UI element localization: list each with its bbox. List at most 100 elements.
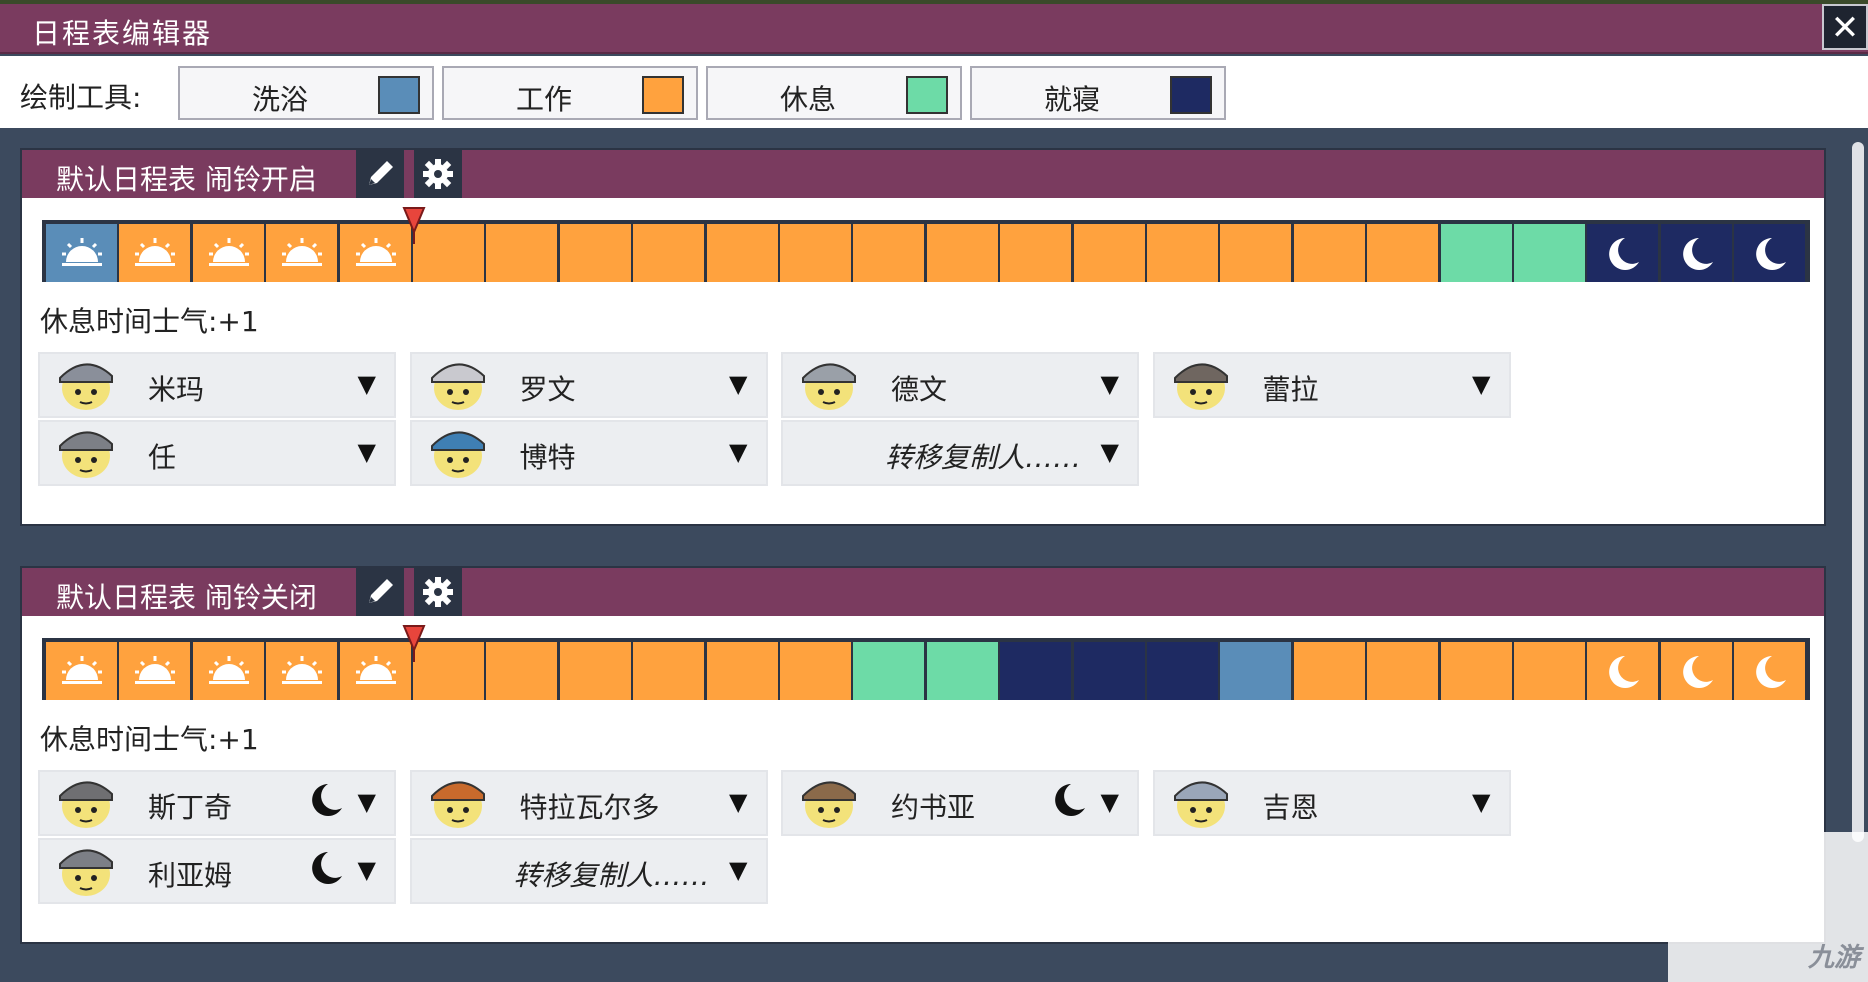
dupe-avatar-icon	[430, 431, 485, 478]
dupe-avatar-icon	[59, 781, 113, 828]
pencil-icon	[369, 579, 393, 603]
schedule-block-work[interactable]	[1073, 224, 1145, 282]
sun-icon	[208, 656, 249, 684]
moon-icon	[1756, 238, 1787, 270]
dupe-avatar-icon	[59, 431, 113, 478]
transfer-dupe-dropdown[interactable]: 转移复制人…… ▼	[409, 838, 768, 904]
tool-rest[interactable]: 休息	[706, 66, 962, 120]
schedule-block-work[interactable]	[706, 224, 778, 282]
transfer-dupe-dropdown[interactable]: 转移复制人…… ▼	[781, 420, 1139, 486]
schedule-block-rest[interactable]	[853, 642, 925, 700]
schedule-block-work[interactable]	[339, 224, 411, 282]
chevron-down-icon: ▼	[729, 370, 748, 398]
sun-icon	[355, 238, 396, 266]
schedule-block-work[interactable]	[1220, 224, 1292, 282]
scrollbar[interactable]	[1852, 142, 1864, 842]
schedule-block-rest[interactable]	[926, 642, 998, 700]
schedule-block-rest[interactable]	[1440, 224, 1512, 282]
dupe-dropdown[interactable]: 德文 ▼	[781, 352, 1139, 418]
schedule-block-bath[interactable]	[1220, 642, 1292, 700]
schedule-block-work[interactable]	[780, 224, 851, 282]
schedule-block-work[interactable]	[1660, 642, 1732, 700]
schedule-block-work[interactable]	[339, 642, 411, 700]
dupe-name: 德文	[891, 373, 948, 406]
schedule-block-sleep[interactable]	[1660, 224, 1732, 282]
schedule-block-work[interactable]	[559, 224, 631, 282]
schedule-block-work[interactable]	[1367, 224, 1439, 282]
schedule-block-work[interactable]	[633, 224, 705, 282]
dupe-avatar-icon	[430, 363, 485, 410]
sun-icon	[62, 656, 102, 684]
schedule-block-work[interactable]	[853, 224, 925, 282]
schedule-block-work[interactable]	[1293, 224, 1365, 282]
dupe-dropdown[interactable]: 约书亚 ▼	[781, 770, 1139, 836]
chevron-down-icon: ▼	[729, 856, 748, 884]
watermark-text: 九游	[1807, 943, 1860, 973]
schedule-block-work[interactable]	[559, 642, 631, 700]
schedule-block-work[interactable]	[192, 642, 264, 700]
moon-icon	[1609, 656, 1640, 688]
schedule-block-work[interactable]	[1293, 642, 1365, 700]
dupe-dropdown[interactable]: 米玛 ▼	[38, 352, 396, 418]
schedule-block-work[interactable]	[1587, 642, 1659, 700]
schedule-block-work[interactable]	[46, 642, 117, 700]
dupe-name: 约书亚	[891, 791, 976, 824]
schedule-block-work[interactable]	[266, 642, 338, 700]
schedule-block-sleep[interactable]	[1587, 224, 1659, 282]
close-button[interactable]: ✕	[1822, 4, 1868, 50]
schedule-block-work[interactable]	[1440, 642, 1512, 700]
chevron-down-icon: ▼	[1100, 438, 1119, 466]
schedule-block-work[interactable]	[1734, 642, 1806, 700]
schedule-block-sleep[interactable]	[1073, 642, 1145, 700]
schedule-block-work[interactable]	[119, 224, 191, 282]
chevron-down-icon: ▼	[1472, 788, 1491, 816]
chevron-down-icon: ▼	[357, 788, 376, 816]
dupe-dropdown[interactable]: 任 ▼	[38, 420, 396, 486]
schedule-block-rest[interactable]	[1514, 224, 1585, 282]
schedule-block-bath[interactable]	[46, 224, 117, 282]
settings-button[interactable]	[414, 568, 462, 616]
settings-button[interactable]	[414, 150, 462, 198]
transfer-label: 转移复制人……	[513, 859, 710, 892]
tool-work[interactable]: 工作	[442, 66, 698, 120]
schedule-block-work[interactable]	[266, 224, 338, 282]
sun-icon	[355, 656, 396, 684]
moon-icon	[1682, 656, 1713, 688]
dupe-name: 博特	[519, 441, 576, 474]
schedule-block-work[interactable]	[706, 642, 778, 700]
dupe-dropdown[interactable]: 吉恩 ▼	[1152, 770, 1511, 836]
schedule-block-work[interactable]	[926, 224, 998, 282]
dupe-dropdown[interactable]: 蕾拉 ▼	[1152, 352, 1511, 418]
schedule-block-work[interactable]	[486, 224, 558, 282]
schedule-block-work[interactable]	[1514, 642, 1585, 700]
schedule-block-work[interactable]	[1367, 642, 1439, 700]
tool-bath[interactable]: 洗浴	[178, 66, 434, 120]
schedule-block-work[interactable]	[1147, 224, 1218, 282]
schedule-header: 默认日程表 闹铃关闭	[22, 568, 1824, 616]
schedule-header: 默认日程表 闹铃开启	[22, 150, 1824, 198]
schedule-block-sleep[interactable]	[1000, 642, 1072, 700]
gear-icon	[423, 159, 453, 189]
tool-sleep[interactable]: 就寝	[970, 66, 1226, 120]
current-time-marker	[402, 207, 426, 244]
edit-name-button[interactable]	[356, 568, 404, 616]
dupe-dropdown[interactable]: 博特 ▼	[409, 420, 768, 486]
dupe-dropdown[interactable]: 斯丁奇 ▼	[38, 770, 396, 836]
sun-icon	[282, 238, 323, 266]
schedule-block-work[interactable]	[1000, 224, 1072, 282]
edit-name-button[interactable]	[356, 150, 404, 198]
tool-swatch	[378, 76, 420, 114]
schedule-block-work[interactable]	[192, 224, 264, 282]
schedule-block-work[interactable]	[486, 642, 558, 700]
schedule-block-work[interactable]	[119, 642, 191, 700]
dupe-name: 米玛	[148, 373, 205, 406]
tool-swatch	[906, 76, 948, 114]
dupe-dropdown[interactable]: 利亚姆 ▼	[38, 838, 396, 904]
current-time-marker	[402, 625, 426, 662]
schedule-block-work[interactable]	[780, 642, 851, 700]
dupe-dropdown[interactable]: 特拉瓦尔多 ▼	[409, 770, 768, 836]
schedule-block-sleep[interactable]	[1147, 642, 1218, 700]
schedule-block-work[interactable]	[633, 642, 705, 700]
schedule-block-sleep[interactable]	[1734, 224, 1806, 282]
dupe-dropdown[interactable]: 罗文 ▼	[409, 352, 768, 418]
